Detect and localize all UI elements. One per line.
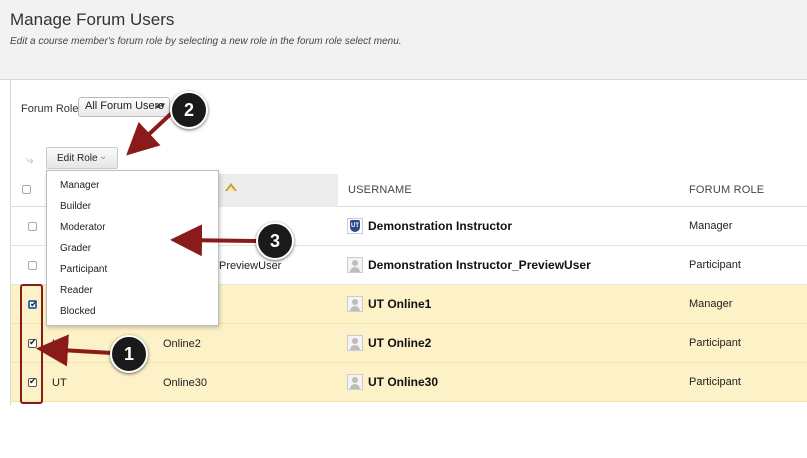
annotation-arrows bbox=[36, 108, 259, 367]
callout-step-2: 2 bbox=[170, 91, 208, 129]
arrow-to-checkboxes bbox=[36, 334, 113, 367]
callout-step-1: 1 bbox=[110, 335, 148, 373]
arrow-to-role-menu bbox=[170, 224, 259, 257]
callout-step-3: 3 bbox=[256, 222, 294, 260]
arrow-to-edit-role bbox=[126, 108, 177, 156]
